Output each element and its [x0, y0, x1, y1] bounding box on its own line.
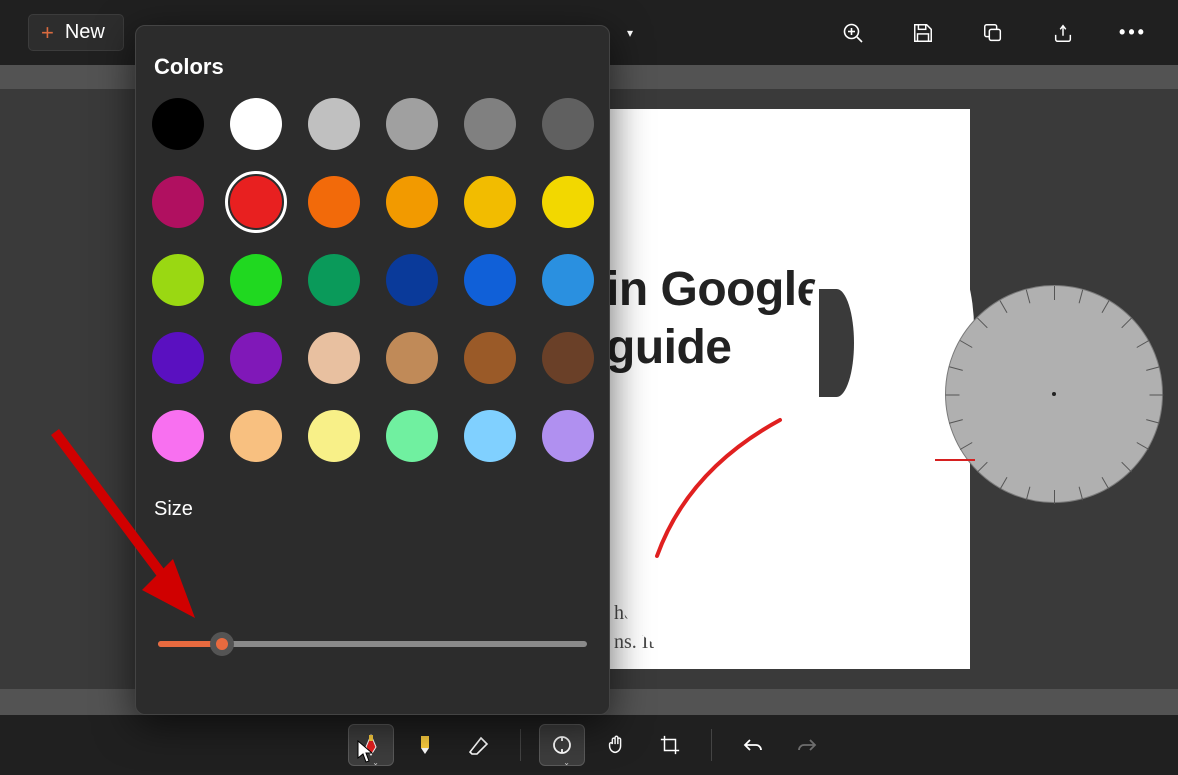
chevron-down-icon[interactable]: ▾	[627, 26, 633, 40]
color-swatch-teal[interactable]	[308, 254, 360, 306]
color-swatch-white[interactable]	[230, 98, 282, 150]
color-swatch-amber[interactable]	[386, 176, 438, 228]
color-swatch-gray-dark[interactable]	[542, 98, 594, 150]
color-swatch-yellow-light[interactable]	[308, 410, 360, 462]
color-swatch-sky-dark[interactable]	[542, 254, 594, 306]
bottom-toolbar: ⌄ ⌄	[0, 715, 1178, 775]
color-swatch-magenta-dark[interactable]	[152, 176, 204, 228]
color-swatch-sky-light[interactable]	[464, 410, 516, 462]
color-swatch-yellow[interactable]	[542, 176, 594, 228]
slider-thumb[interactable]	[210, 632, 234, 656]
color-swatch-red[interactable]	[230, 176, 282, 228]
color-swatch-gray-light[interactable]	[386, 98, 438, 150]
more-icon[interactable]: •••	[1120, 20, 1146, 46]
color-swatch-blue[interactable]	[464, 254, 516, 306]
color-swatch-lime[interactable]	[152, 254, 204, 306]
red-line	[935, 459, 975, 461]
color-swatch-skin[interactable]	[308, 332, 360, 384]
pen-tool-button[interactable]: ⌄	[348, 724, 394, 766]
color-swatch-green-bright[interactable]	[230, 254, 282, 306]
color-swatch-grid	[152, 98, 593, 462]
clock-drawing	[945, 285, 1163, 503]
plus-icon: +	[41, 22, 54, 44]
chevron-down-icon: ⌄	[372, 758, 379, 767]
separator	[520, 729, 521, 761]
chevron-down-icon: ⌄	[563, 758, 570, 767]
color-swatch-orange[interactable]	[308, 176, 360, 228]
new-button-label: New	[65, 21, 105, 44]
save-icon[interactable]	[910, 20, 936, 46]
crop-tool-button[interactable]	[647, 724, 693, 766]
zoom-icon[interactable]	[840, 20, 866, 46]
size-slider[interactable]	[152, 641, 593, 647]
highlighter-tool-button[interactable]	[402, 724, 448, 766]
color-swatch-brown[interactable]	[464, 332, 516, 384]
color-swatch-pink[interactable]	[152, 410, 204, 462]
shape-tool-button[interactable]: ⌄	[539, 724, 585, 766]
top-right-actions: •••	[840, 0, 1146, 65]
color-swatch-brown-dark[interactable]	[542, 332, 594, 384]
color-swatch-black[interactable]	[152, 98, 204, 150]
color-swatch-blue-dark[interactable]	[386, 254, 438, 306]
color-swatch-lavender[interactable]	[542, 410, 594, 462]
new-button[interactable]: + New	[28, 14, 124, 51]
color-swatch-peach[interactable]	[230, 410, 282, 462]
color-swatch-gold[interactable]	[464, 176, 516, 228]
dark-cut	[819, 289, 854, 397]
color-picker-popover: Colors Size	[135, 25, 610, 715]
copy-icon[interactable]	[980, 20, 1006, 46]
size-heading: Size	[152, 498, 593, 521]
color-swatch-gray[interactable]	[464, 98, 516, 150]
undo-button[interactable]	[730, 724, 776, 766]
separator	[711, 729, 712, 761]
eraser-tool-button[interactable]	[456, 724, 502, 766]
color-swatch-tan[interactable]	[386, 332, 438, 384]
share-icon[interactable]	[1050, 20, 1076, 46]
hand-tool-button[interactable]	[593, 724, 639, 766]
eraser-blob	[612, 479, 842, 665]
color-swatch-indigo[interactable]	[152, 332, 204, 384]
redo-button[interactable]	[784, 724, 830, 766]
colors-heading: Colors	[152, 54, 593, 80]
color-swatch-purple[interactable]	[230, 332, 282, 384]
color-swatch-silver[interactable]	[308, 98, 360, 150]
color-swatch-mint[interactable]	[386, 410, 438, 462]
